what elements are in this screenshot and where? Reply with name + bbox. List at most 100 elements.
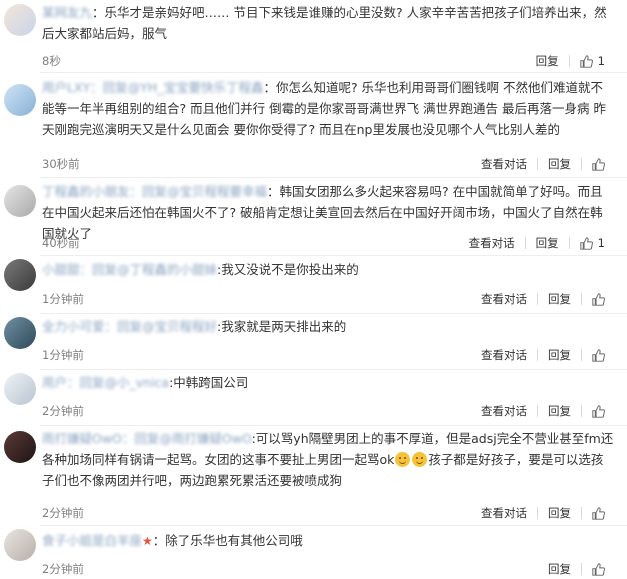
comment-actions: 查看对话 回复 <box>481 403 605 419</box>
divider <box>537 293 538 305</box>
thumbs-up-icon <box>592 404 605 418</box>
comment-item: 某网友九：乐华才是亲妈好吧…… 节目下来钱是谁赚的心里没数? 人家辛辛苦苦把孩子… <box>0 0 627 70</box>
divider <box>40 425 627 426</box>
avatar[interactable] <box>4 84 36 116</box>
reply-button[interactable]: 回复 <box>536 235 559 251</box>
comment-item: 食子小姐是白羊座★：除了乐华也有其他公司哦 2分钟前 回复 <box>0 527 627 579</box>
avatar[interactable] <box>4 259 36 291</box>
username[interactable]: 小甜甜：回复@丁程鑫的小甜妹 <box>42 262 217 277</box>
divider <box>524 237 526 249</box>
divider <box>581 158 582 170</box>
comment-text: 食子小姐是白羊座★：除了乐华也有其他公司哦 <box>42 533 303 548</box>
star-badge-icon: ★ <box>142 534 153 548</box>
view-conversation-button[interactable]: 查看对话 <box>481 347 527 363</box>
view-conversation-button[interactable]: 查看对话 <box>481 291 527 307</box>
divider <box>40 177 627 178</box>
timestamp: 8秒 <box>42 54 61 68</box>
divider <box>40 369 627 370</box>
username[interactable]: 丁程鑫的小朋友：回复@宝贝程程要幸福 <box>42 184 267 199</box>
username[interactable]: 某网友九 <box>42 5 92 20</box>
comment-item: 用户LXY：回复@YH_宝宝要快乐丁程鑫：你怎么知道呢? 乐华也利用哥哥们圈钱啊… <box>0 74 627 178</box>
like-button[interactable]: 1 <box>579 54 605 68</box>
comment-text: 用户LXY：回复@YH_宝宝要快乐丁程鑫：你怎么知道呢? 乐华也利用哥哥们圈钱啊… <box>42 80 607 137</box>
comment-actions: 查看对话 回复 <box>481 291 605 307</box>
divider <box>537 507 538 519</box>
avatar[interactable] <box>4 431 36 463</box>
comment-text: 某网友九：乐华才是亲妈好吧…… 节目下来钱是谁赚的心里没数? 人家辛辛苦苦把孩子… <box>42 5 607 41</box>
smile-emoji-icon <box>395 452 411 467</box>
username[interactable]: 食子小姐是白羊座 <box>42 533 142 548</box>
divider <box>568 55 570 67</box>
reply-button[interactable]: 回复 <box>548 291 571 307</box>
smile-emoji-icon <box>412 452 428 467</box>
username[interactable]: 雨打嫌疑OwO：回复@雨打嫌疑OwO <box>42 431 252 446</box>
like-count: 1 <box>597 54 605 68</box>
comment-actions: 回复 1 <box>536 53 605 69</box>
like-count: 1 <box>597 236 605 250</box>
divider <box>537 405 538 417</box>
avatar[interactable] <box>4 373 36 405</box>
divider <box>40 255 627 256</box>
comment-text: 小甜甜：回复@丁程鑫的小甜妹:我又没说不是你投出来的 <box>42 262 359 277</box>
timestamp: 2分钟前 <box>42 404 84 418</box>
like-button[interactable] <box>592 292 605 306</box>
like-button[interactable] <box>592 506 605 520</box>
avatar[interactable] <box>4 185 36 217</box>
divider <box>568 237 570 249</box>
timestamp: 1分钟前 <box>42 292 84 306</box>
thumbs-up-icon <box>579 54 593 68</box>
comment-actions: 回复 <box>548 561 605 577</box>
divider <box>581 507 582 519</box>
thumbs-up-icon <box>592 292 605 306</box>
comment-text: 全力小可爱：回复@宝贝程程好:我家就是两天排出来的 <box>42 319 347 334</box>
divider <box>581 349 582 361</box>
comment-item: 小甜甜：回复@丁程鑫的小甜妹:我又没说不是你投出来的 1分钟前 查看对话 回复 <box>0 257 627 311</box>
like-button[interactable] <box>592 404 605 418</box>
like-button[interactable] <box>592 157 605 171</box>
thumbs-up-icon <box>592 157 605 171</box>
divider <box>40 72 627 73</box>
comment-item: 全力小可爱：回复@宝贝程程好:我家就是两天排出来的 1分钟前 查看对话 回复 <box>0 315 627 367</box>
divider <box>537 349 538 361</box>
divider <box>40 313 627 314</box>
reply-button[interactable]: 回复 <box>548 403 571 419</box>
avatar[interactable] <box>4 529 36 561</box>
avatar[interactable] <box>4 317 36 349</box>
comment-actions: 查看对话 回复 1 <box>469 235 605 251</box>
timestamp: 2分钟前 <box>42 562 84 576</box>
view-conversation-button[interactable]: 查看对话 <box>469 235 515 251</box>
timestamp: 40秒前 <box>42 236 80 250</box>
username[interactable]: 用户：回复@小_vnica <box>42 375 169 390</box>
reply-button[interactable]: 回复 <box>548 347 571 363</box>
divider <box>40 525 627 526</box>
view-conversation-button[interactable]: 查看对话 <box>481 403 527 419</box>
reply-button[interactable]: 回复 <box>548 561 571 577</box>
avatar[interactable] <box>4 4 36 36</box>
view-conversation-button[interactable]: 查看对话 <box>481 156 527 172</box>
view-conversation-button[interactable]: 查看对话 <box>481 505 527 521</box>
reply-button[interactable]: 回复 <box>536 53 559 69</box>
thumbs-up-icon <box>579 236 593 250</box>
comment-actions: 查看对话 回复 <box>481 505 605 521</box>
comment-text: 雨打嫌疑OwO：回复@雨打嫌疑OwO:可以骂yh隔壁男团上的事不厚道，但是ads… <box>42 431 614 488</box>
thumbs-up-icon <box>592 562 605 576</box>
divider <box>581 293 582 305</box>
comment-item: 雨打嫌疑OwO：回复@雨打嫌疑OwO:可以骂yh隔壁男团上的事不厚道，但是ads… <box>0 427 627 525</box>
comment-actions: 查看对话 回复 <box>481 156 605 172</box>
like-button[interactable] <box>592 348 605 362</box>
timestamp: 30秒前 <box>42 157 80 171</box>
like-button[interactable] <box>592 562 605 576</box>
username[interactable]: 全力小可爱：回复@宝贝程程好 <box>42 319 217 334</box>
like-button[interactable]: 1 <box>579 236 605 250</box>
username[interactable]: 用户LXY：回复@YH_宝宝要快乐丁程鑫 <box>42 80 263 95</box>
divider <box>581 563 582 575</box>
reply-button[interactable]: 回复 <box>548 156 571 172</box>
comment-actions: 查看对话 回复 <box>481 347 605 363</box>
divider <box>581 405 582 417</box>
comment-text: 用户：回复@小_vnica:中韩跨国公司 <box>42 375 249 390</box>
reply-button[interactable]: 回复 <box>548 505 571 521</box>
timestamp: 1分钟前 <box>42 348 84 362</box>
comment-item: 用户：回复@小_vnica:中韩跨国公司 2分钟前 查看对话 回复 <box>0 371 627 423</box>
comment-item: 丁程鑫的小朋友：回复@宝贝程程要幸福：韩国女团那么多火起来容易吗? 在中国就简单… <box>0 179 627 253</box>
timestamp: 2分钟前 <box>42 506 84 520</box>
